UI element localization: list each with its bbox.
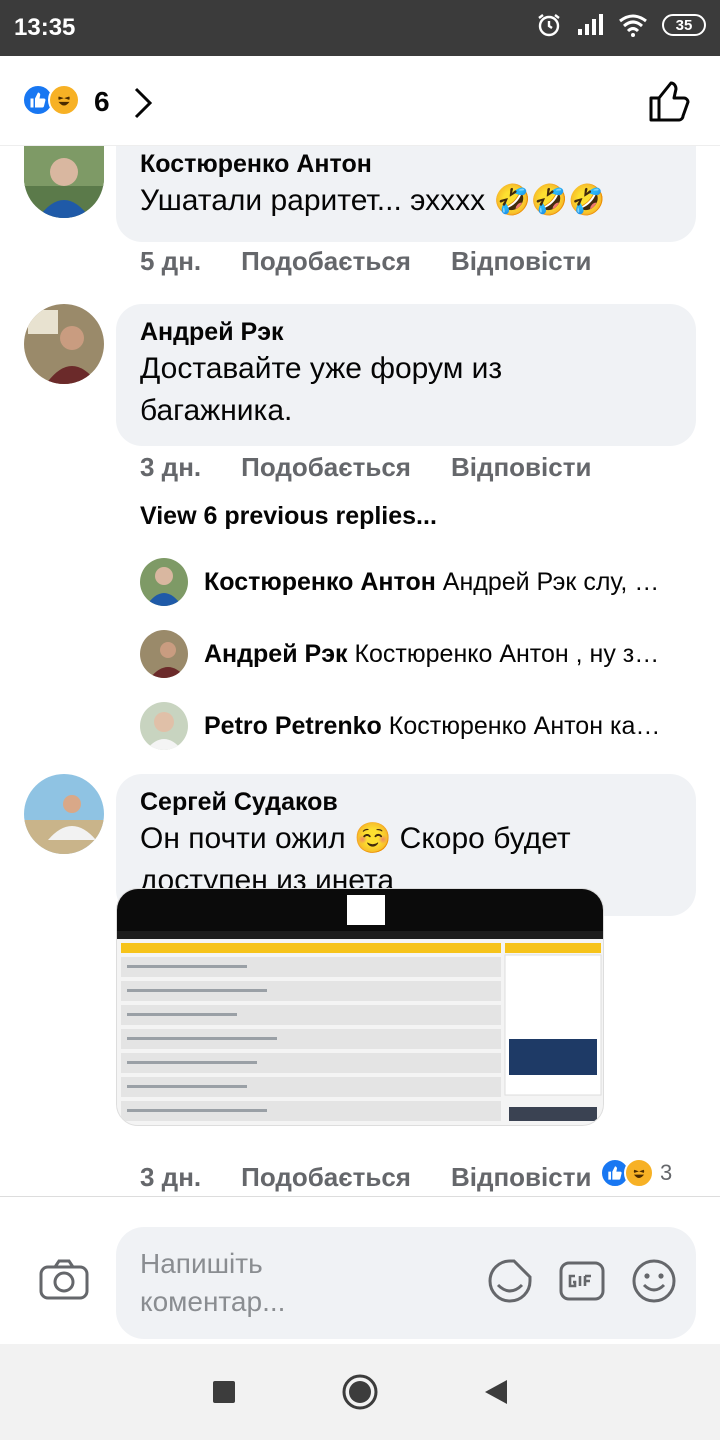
comment-bubble[interactable]: Костюренко Антон Ушатали раритет... эххх… bbox=[116, 146, 696, 242]
reactions-header: 6 bbox=[0, 56, 720, 146]
comment-text-line: Доставайте уже форум из bbox=[140, 352, 503, 385]
avatar[interactable] bbox=[24, 146, 104, 218]
reply-button[interactable]: Відповісти bbox=[451, 452, 591, 483]
comment-input[interactable]: Напишіть коментар... bbox=[116, 1227, 696, 1339]
avatar[interactable] bbox=[140, 702, 188, 750]
system-navigation-bar bbox=[0, 1344, 720, 1440]
haha-icon bbox=[624, 1158, 654, 1188]
reply-text: Костюренко Антон Андрей Рэк слу, … bbox=[204, 568, 659, 597]
status-time: 13:35 bbox=[14, 14, 76, 41]
reply-text: Андрей Рэк Костюренко Антон , ну з… bbox=[204, 640, 659, 669]
comment-text-line: багажника. bbox=[140, 394, 293, 427]
placeholder-line: Напишіть bbox=[140, 1248, 263, 1279]
comment-actions: 5 дн. Подобається Відповісти bbox=[140, 246, 591, 277]
like-button[interactable]: Подобається bbox=[241, 246, 411, 277]
reply-body: Костюренко Антон , ну з… bbox=[354, 639, 660, 668]
comment-time: 3 дн. bbox=[140, 1162, 202, 1192]
comment-text: Ушатали раритет... эхххх 🤣🤣🤣 bbox=[140, 184, 606, 217]
reply-author[interactable]: Petro Petrenko bbox=[204, 712, 382, 740]
reply-author[interactable]: Костюренко Антон bbox=[204, 568, 436, 596]
avatar[interactable] bbox=[24, 304, 104, 384]
reply-author[interactable]: Андрей Рэк bbox=[204, 640, 348, 668]
reaction-count[interactable]: 6 bbox=[94, 86, 110, 118]
reaction-summary[interactable] bbox=[22, 84, 80, 116]
reply-item[interactable]: Костюренко Антон Андрей Рэк слу, … bbox=[140, 558, 700, 606]
comment-time: 3 дн. bbox=[140, 452, 202, 482]
sticker-icon[interactable] bbox=[486, 1257, 534, 1305]
comment-placeholder: Напишіть коментар... bbox=[140, 1245, 440, 1321]
signal-icon bbox=[578, 14, 603, 35]
placeholder-line: коментар... bbox=[140, 1286, 286, 1317]
back-icon[interactable] bbox=[483, 1378, 509, 1406]
status-icons: 35 bbox=[536, 12, 706, 38]
comment-image[interactable] bbox=[116, 888, 604, 1126]
comment-text-line: Он почти ожил ☺️ Скоро будет bbox=[140, 822, 571, 855]
reply-body: Андрей Рэк слу, … bbox=[442, 567, 660, 596]
reply-button[interactable]: Відповісти bbox=[451, 246, 591, 277]
comment-time: 5 дн. bbox=[140, 246, 202, 276]
composer-icons bbox=[486, 1257, 678, 1305]
image-reaction-count: 3 bbox=[660, 1160, 673, 1185]
camera-icon[interactable] bbox=[38, 1257, 90, 1301]
reply-text: Petro Petrenko Костюренко Антон ка… bbox=[204, 712, 660, 741]
avatar[interactable] bbox=[140, 558, 188, 606]
image-reactions[interactable]: 3 bbox=[598, 1156, 679, 1190]
alarm-icon bbox=[538, 14, 560, 37]
reply-item[interactable]: Petro Petrenko Костюренко Антон ка… bbox=[140, 702, 700, 750]
reply-button[interactable]: Відповісти bbox=[451, 1162, 591, 1193]
chevron-right-icon[interactable] bbox=[132, 86, 154, 120]
avatar[interactable] bbox=[24, 774, 104, 854]
battery-indicator: 35 bbox=[662, 14, 706, 36]
comment-bubble[interactable]: Андрей Рэк Доставайте уже форум из багаж… bbox=[116, 304, 696, 446]
thumbs-up-icon[interactable] bbox=[648, 80, 692, 124]
view-previous-replies[interactable]: View 6 previous replies... bbox=[140, 502, 437, 531]
recents-icon[interactable] bbox=[211, 1379, 237, 1405]
comment-author[interactable]: Сергей Судаков bbox=[140, 786, 672, 818]
comment-author[interactable]: Андрей Рэк bbox=[140, 316, 672, 348]
avatar[interactable] bbox=[140, 630, 188, 678]
status-bar: 13:35 35 bbox=[0, 0, 720, 56]
comments-list: Костюренко Антон Ушатали раритет... эххх… bbox=[0, 146, 720, 1196]
comment-composer: Напишіть коментар... bbox=[0, 1196, 720, 1344]
comments-sheet: 6 Костюренко Антон Ушатали раритет... эх… bbox=[0, 56, 720, 1344]
gif-icon[interactable] bbox=[558, 1257, 606, 1305]
comment-actions: 3 дн. Подобається Відповісти bbox=[140, 452, 591, 483]
emoji-icon[interactable] bbox=[630, 1257, 678, 1305]
comment-author[interactable]: Костюренко Антон bbox=[140, 148, 672, 180]
haha-icon bbox=[48, 84, 80, 116]
reply-item[interactable]: Андрей Рэк Костюренко Антон , ну з… bbox=[140, 630, 700, 678]
reply-body: Костюренко Антон ка… bbox=[388, 711, 661, 740]
like-button[interactable]: Подобається bbox=[241, 1162, 411, 1193]
comment-actions: 3 дн. Подобається Відповісти bbox=[140, 1162, 591, 1193]
like-button[interactable]: Подобається bbox=[241, 452, 411, 483]
wifi-icon bbox=[619, 14, 647, 37]
home-icon[interactable] bbox=[341, 1373, 379, 1411]
